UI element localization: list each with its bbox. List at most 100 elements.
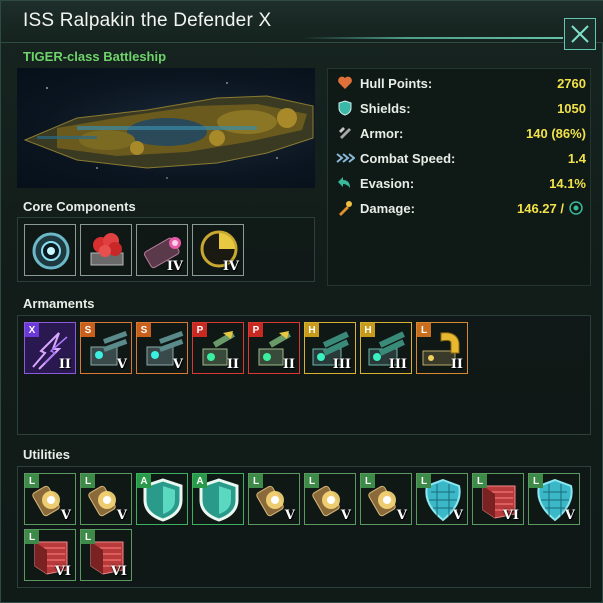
slot-size-badge: L [81, 474, 95, 488]
evasion-icon [334, 173, 356, 193]
tier-label: V [452, 508, 463, 523]
tier-label: V [116, 357, 127, 372]
utility-slot-l[interactable]: L V [24, 473, 76, 525]
slot-size-badge: P [193, 323, 207, 337]
ship-details-window: ISS Ralpakin the Defender X TIGER-class … [0, 0, 603, 603]
heart-icon [334, 73, 356, 93]
slot-size-badge: S [81, 323, 95, 337]
stat-value: 146.27 / [517, 200, 564, 216]
title-divider [301, 37, 563, 39]
tier-label: V [116, 508, 127, 523]
slot-size-badge: X [25, 323, 39, 337]
tier-label: IV [166, 259, 183, 274]
slot-size-badge: A [193, 474, 207, 488]
speed-icon [334, 148, 356, 168]
slot-size-badge: L [473, 474, 487, 488]
stat-shields: Shields: 1050 [334, 98, 586, 118]
slot-size-badge: L [81, 530, 95, 544]
armaments-panel: X II S V S V P II P II H III H III L II [17, 315, 591, 435]
armament-slot-s[interactable]: S V [80, 322, 132, 374]
utility-slot-l[interactable]: L V [360, 473, 412, 525]
close-icon [571, 25, 589, 43]
slot-size-badge: P [249, 323, 263, 337]
stat-value: 2760 [557, 75, 586, 91]
core-slot-sensor[interactable] [24, 224, 76, 276]
utility-slot-l[interactable]: L V [80, 473, 132, 525]
core-components-panel: IV IV [17, 217, 315, 282]
utility-slot-l[interactable]: L VI [24, 529, 76, 581]
computer-chip-icon [90, 233, 124, 266]
tier-label: V [60, 508, 71, 523]
slot-size-badge: L [305, 474, 319, 488]
slot-size-badge: S [137, 323, 151, 337]
slot-size-badge: L [529, 474, 543, 488]
stat-hull-points: Hull Points: 2760 [334, 73, 586, 93]
slot-size-badge: L [25, 474, 39, 488]
armament-slot-s[interactable]: S V [136, 322, 188, 374]
slot-size-badge: L [417, 474, 431, 488]
utility-slot-l[interactable]: L V [528, 473, 580, 525]
stat-value: 1.4 [567, 150, 586, 166]
slot-size-badge: L [25, 530, 39, 544]
damage-icon [334, 198, 356, 218]
armor-icon [334, 123, 356, 143]
stat-label: Armor: [360, 125, 404, 141]
damage-type-icon[interactable] [568, 200, 584, 221]
ship-image [17, 68, 315, 188]
slot-size-badge: H [305, 323, 319, 337]
ship-class-label: TIGER-class Battleship [23, 49, 167, 64]
utility-slot-l[interactable]: L V [304, 473, 356, 525]
utilities-label: Utilities [23, 447, 70, 462]
tier-label: VI [502, 508, 519, 523]
shield-icon [334, 98, 356, 118]
stat-value: 1050 [557, 100, 586, 116]
utility-slot-l[interactable]: L V [416, 473, 468, 525]
stat-damage: Damage: 146.27 / [334, 198, 586, 218]
tier-label: II [226, 357, 239, 372]
slot-size-badge: H [361, 323, 375, 337]
stat-value: 140 (86%) [526, 125, 586, 141]
utility-slot-l[interactable]: L VI [80, 529, 132, 581]
stat-combat-speed: Combat Speed: 1.4 [334, 148, 586, 168]
stat-evasion: Evasion: 14.1% [334, 173, 586, 193]
slot-size-badge: A [137, 474, 151, 488]
tier-label: V [340, 508, 351, 523]
stat-label: Evasion: [360, 175, 415, 191]
armament-slot-x[interactable]: X II [24, 322, 76, 374]
stat-label: Hull Points: [360, 75, 433, 91]
tier-label: VI [110, 564, 127, 579]
slot-size-badge: L [249, 474, 263, 488]
utility-slot-a[interactable]: A [136, 473, 188, 525]
core-slot-reactor[interactable]: IV [192, 224, 244, 276]
stat-label: Damage: [360, 200, 415, 216]
tier-label: V [172, 357, 183, 372]
core-slot-thruster[interactable]: IV [136, 224, 188, 276]
stat-armor: Armor: 140 (86%) [334, 123, 586, 143]
tier-label: VI [54, 564, 71, 579]
ship-name: ISS Ralpakin the Defender X [23, 10, 272, 31]
utility-slot-a[interactable]: A [192, 473, 244, 525]
armament-slot-h[interactable]: H III [304, 322, 356, 374]
stat-value: 14.1% [549, 175, 586, 191]
close-button[interactable] [564, 18, 596, 50]
core-slot-combat-computer[interactable] [80, 224, 132, 276]
core-components-label: Core Components [23, 199, 136, 214]
armament-slot-p[interactable]: P II [248, 322, 300, 374]
stat-label: Shields: [360, 100, 411, 116]
tier-label: V [564, 508, 575, 523]
utility-slot-l[interactable]: L V [248, 473, 300, 525]
tier-label: V [396, 508, 407, 523]
slot-size-badge: L [417, 323, 431, 337]
tier-label: II [58, 357, 71, 372]
armaments-label: Armaments [23, 296, 95, 311]
ship-stats-panel: Hull Points: 2760 Shields: 1050 Armor: 1… [327, 68, 591, 286]
tier-label: V [284, 508, 295, 523]
utility-slot-l[interactable]: L VI [472, 473, 524, 525]
background-watermark [401, 361, 431, 451]
armament-slot-p[interactable]: P II [192, 322, 244, 374]
stat-label: Combat Speed: [360, 150, 456, 166]
tier-label: III [332, 357, 351, 372]
tier-label: IV [222, 259, 239, 274]
battleship-icon [23, 82, 314, 179]
slot-size-badge: L [361, 474, 375, 488]
